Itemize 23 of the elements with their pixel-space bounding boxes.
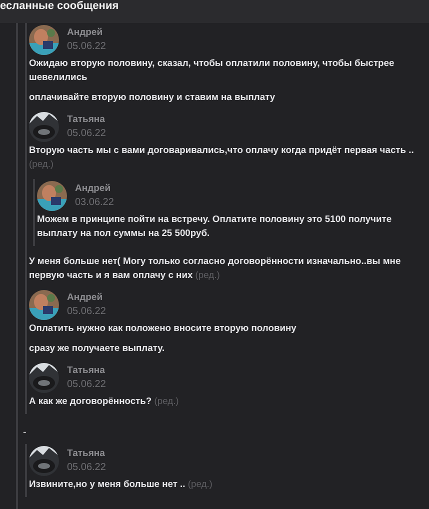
- message-text: сразу же получаете выплату.: [29, 341, 166, 355]
- message-text: Ожидаю вторую половину, сказал, чтобы оплатили половину, чтобы быстрее шевелились: [29, 56, 396, 84]
- message-text: У меня больше нет( Могу только согласно договорённости изначально..вы мне первую часть и я вам оплачу с них (ред.): [29, 254, 402, 282]
- author-name[interactable]: Андрей: [67, 27, 106, 38]
- message-date: 05.06.22: [67, 379, 106, 391]
- author-name[interactable]: Андрей: [67, 292, 106, 303]
- message-date: 03.06.22: [75, 197, 114, 209]
- message-text: -: [23, 428, 26, 438]
- author-name[interactable]: Татьяна: [67, 448, 106, 459]
- message-date: 05.06.22: [67, 306, 106, 318]
- message-date: 05.06.22: [67, 462, 106, 474]
- panel-title: есланные сообщения: [0, 0, 119, 12]
- message-date: 05.06.22: [67, 41, 106, 53]
- author-name[interactable]: Татьяна: [67, 365, 106, 376]
- message-text: Вторую часть мы с вами договаривались,что оплачу когда придёт первая часть .. (ред.): [29, 143, 415, 171]
- author-name[interactable]: Андрей: [75, 183, 114, 194]
- message-text: оплачивайте вторую половину и ставим на выплату: [29, 90, 276, 104]
- author-name[interactable]: Татьяна: [67, 114, 106, 125]
- message-text: Можем в принципе пойти на встречу. Оплатите половину это 5100 получите выплату на пол суммы на 25 500руб.: [37, 212, 393, 240]
- message-text: Оплатить нужно как положено вносите вторую половину: [29, 321, 298, 335]
- message-date: 05.06.22: [67, 128, 106, 140]
- message-text: Извините,но у меня больше нет .. (ред.): [29, 477, 214, 491]
- message-text: А как же договорённость? (ред.): [29, 394, 180, 408]
